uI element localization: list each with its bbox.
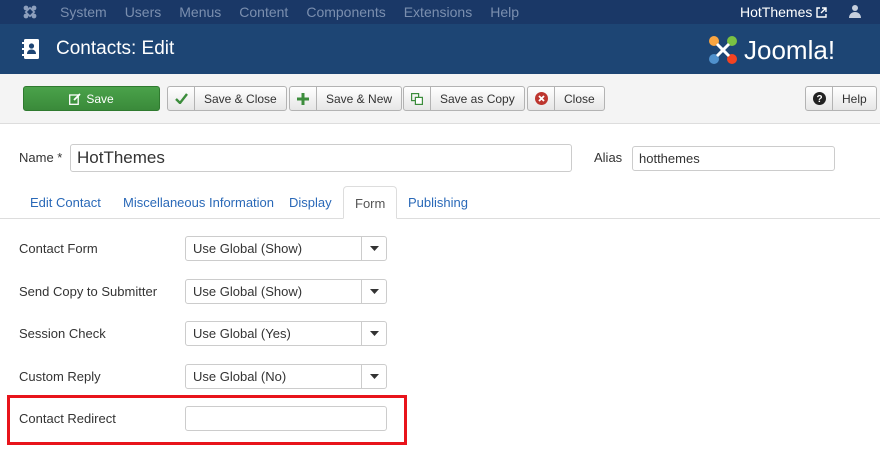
site-name: HotThemes [740,4,813,20]
tab-bar: Edit Contact Miscellaneous Information D… [0,186,880,219]
site-link[interactable]: HotThemes [740,3,828,21]
help-button[interactable]: ? Help [805,86,877,111]
user-icon[interactable] [848,4,862,18]
save-copy-label: Save as Copy [440,91,515,106]
save-copy-button[interactable]: Save as Copy [403,86,525,111]
contact-form-value: Use Global (Show) [193,241,303,256]
custom-reply-select[interactable]: Use Global (No) [185,364,387,389]
menu-content[interactable]: Content [239,3,288,21]
joomla-logo-icon[interactable] [22,4,38,20]
caret-down-icon [361,322,386,345]
name-label: Name * [19,150,63,165]
save-new-button[interactable]: Save & New [289,86,403,111]
menu-extensions[interactable]: Extensions [404,3,472,21]
custom-reply-label: Custom Reply [19,369,101,384]
plus-icon [290,87,317,110]
session-check-value: Use Global (Yes) [193,326,291,341]
brand-name: Joomla! [744,35,836,65]
save-close-button[interactable]: Save & Close [167,86,287,111]
tab-publishing[interactable]: Publishing [408,195,468,210]
check-icon [168,87,195,110]
session-check-label: Session Check [19,326,106,341]
save-new-label: Save & New [326,91,393,106]
help-label: Help [842,91,867,106]
contact-form-select[interactable]: Use Global (Show) [185,236,387,261]
caret-down-icon [361,280,386,303]
caret-down-icon [361,237,386,260]
alias-label: Alias [594,150,623,165]
joomla-brand-icon [709,36,737,64]
svg-text:?: ? [816,94,822,105]
caret-down-icon [361,365,386,388]
close-button[interactable]: Close [527,86,605,111]
question-icon: ? [806,87,833,110]
save-label: Save [86,91,114,106]
page-title: Contacts: Edit [56,38,175,59]
custom-reply-value: Use Global (No) [193,369,287,384]
menu-components[interactable]: Components [306,3,385,21]
edit-icon [69,92,81,105]
tab-form[interactable]: Form [343,186,398,219]
send-copy-select[interactable]: Use Global (Show) [185,279,387,304]
menu-help[interactable]: Help [490,3,519,21]
menu-menus[interactable]: Menus [179,3,221,21]
copy-icon [404,87,431,110]
highlight-box [7,395,407,445]
alias-input[interactable]: hotthemes [632,146,835,171]
external-link-icon [816,6,828,18]
tab-edit-contact[interactable]: Edit Contact [30,195,101,210]
main-menu: System Users Menus Content Components Ex… [60,3,537,21]
contact-card-icon [22,39,39,59]
contact-form-label: Contact Form [19,241,98,256]
session-check-select[interactable]: Use Global (Yes) [185,321,387,346]
tab-display[interactable]: Display [289,195,332,210]
send-copy-value: Use Global (Show) [193,284,303,299]
toolbar: Save Save & Close Save & New Save as Cop… [0,74,880,124]
menu-users[interactable]: Users [125,3,162,21]
joomla-brand: Joomla! [706,33,835,67]
save-button[interactable]: Save [23,86,160,111]
tab-miscellaneous-information[interactable]: Miscellaneous Information [123,195,274,210]
cancel-icon [528,87,555,110]
name-input[interactable]: HotThemes [70,144,572,172]
menu-system[interactable]: System [60,3,107,21]
close-label: Close [564,91,595,106]
save-close-label: Save & Close [204,91,277,106]
page-header: Contacts: Edit Joomla! [0,24,880,74]
top-nav: System Users Menus Content Components Ex… [0,0,880,24]
send-copy-label: Send Copy to Submitter [19,284,158,299]
